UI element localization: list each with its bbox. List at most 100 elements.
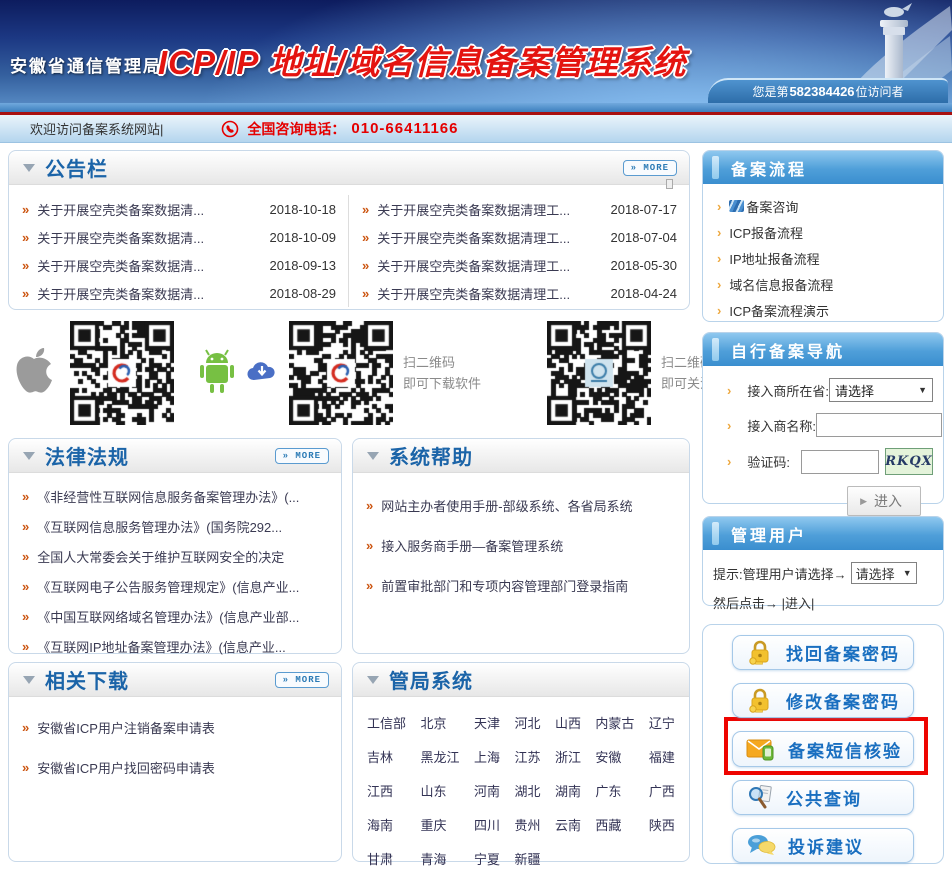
bureau-link[interactable]: 甘肃 <box>367 849 406 868</box>
bureau-link[interactable]: 黑龙江 <box>420 747 459 766</box>
help-link[interactable]: 网站主办者使用手册-部级系统、各省局系统 <box>381 496 689 515</box>
arrow-bullet-icon: » <box>22 258 29 273</box>
announcement-link[interactable]: 关于开展空壳类备案数据清... <box>37 284 258 303</box>
laws-more-button[interactable]: » MORE <box>275 448 329 464</box>
law-link[interactable]: 《中国互联网络域名管理办法》(信息产业部... <box>37 607 341 626</box>
bureau-link[interactable]: 陕西 <box>649 815 675 834</box>
bureau-link[interactable]: 辽宁 <box>649 713 675 732</box>
bureau-link[interactable]: 河南 <box>474 781 500 800</box>
announcement-link[interactable]: 关于开展空壳类备案数据清... <box>37 256 258 275</box>
bureau-link[interactable]: 广西 <box>649 781 675 800</box>
process-link[interactable]: 备案咨询 <box>729 197 798 216</box>
isp-name-input[interactable] <box>816 413 942 437</box>
process-link[interactable]: ICP报备流程 <box>729 223 803 242</box>
bureau-link[interactable]: 工信部 <box>367 713 406 732</box>
sms-envelope-icon <box>746 737 776 761</box>
android-icon[interactable] <box>196 347 238 400</box>
province-select[interactable]: 请选择 ▼ <box>829 378 933 402</box>
law-link[interactable]: 《互联网电子公告服务管理规定》(信息产业... <box>37 577 341 596</box>
captcha-input[interactable] <box>801 450 879 474</box>
bureau-link[interactable]: 福建 <box>649 747 675 766</box>
law-link[interactable]: 《互联网IP地址备案管理办法》(信息产业... <box>37 637 341 656</box>
law-link[interactable]: 《互联网信息服务管理办法》(国务院292... <box>37 517 341 536</box>
bureau-link[interactable]: 重庆 <box>420 815 459 834</box>
bureau-link[interactable]: 河北 <box>514 713 540 732</box>
announcements-more-button[interactable]: » MORE <box>623 160 677 176</box>
process-link[interactable]: 域名信息报备流程 <box>729 275 833 294</box>
self-filing-panel: 自行备案导航 › 接入商所在省: 请选择 ▼ › 接入商名称: › 验证码: R… <box>702 332 944 504</box>
bureau-link[interactable]: 湖南 <box>555 781 581 800</box>
laws-header: 法律法规 » MORE <box>9 439 341 473</box>
law-link[interactable]: 《非经营性互联网信息服务备案管理办法》(... <box>37 487 341 506</box>
admin-users-header: 管理用户 <box>703 517 943 550</box>
bureau-link[interactable]: 西藏 <box>595 815 634 834</box>
law-link[interactable]: 全国人大常委会关于维护互联网安全的决定 <box>37 547 341 566</box>
arrow-bullet-icon: › <box>717 277 721 292</box>
header-accent-bar <box>712 156 719 179</box>
downloads-title: 相关下载 <box>45 665 129 694</box>
sms-verification-button[interactable]: 备案短信核验 <box>732 731 914 766</box>
public-query-button[interactable]: 公共查询 <box>732 780 914 815</box>
bureau-link[interactable]: 内蒙古 <box>595 713 634 732</box>
page-header: 安徽省通信管理局 ICP/IP 地址/域名信息备案管理系统 您是第5823844… <box>0 0 952 112</box>
bureau-link[interactable]: 海南 <box>367 815 406 834</box>
lock-key-icon <box>746 688 774 714</box>
process-link[interactable]: IP地址报备流程 <box>729 249 819 268</box>
help-header: 系统帮助 <box>353 439 689 473</box>
announcements-panel: 公告栏 » MORE »关于开展空壳类备案数据清...2018-10-18 »关… <box>8 150 690 310</box>
complaints-button[interactable]: 投诉建议 <box>732 828 914 863</box>
download-link[interactable]: 安徽省ICP用户找回密码申请表 <box>37 758 341 777</box>
arrow-bullet-icon: » <box>22 609 29 624</box>
bureau-link[interactable]: 山东 <box>420 781 459 800</box>
button-label: 修改备案密码 <box>786 688 900 713</box>
bureaus-header: 管局系统 <box>353 663 689 697</box>
admin-user-select[interactable]: 请选择 ▼ <box>851 562 917 584</box>
change-password-button[interactable]: 修改备案密码 <box>732 683 914 718</box>
help-link[interactable]: 前置审批部门和专项内容管理部门登录指南 <box>381 576 689 595</box>
bureau-link[interactable]: 吉林 <box>367 747 406 766</box>
apple-icon[interactable] <box>12 345 56 402</box>
bureau-link[interactable]: 上海 <box>474 747 500 766</box>
process-link[interactable]: ICP备案流程演示 <box>729 301 829 320</box>
header-bottom-strip <box>0 103 952 112</box>
announcement-link[interactable]: 关于开展空壳类备案数据清... <box>37 228 258 247</box>
downloads-header: 相关下载 » MORE <box>9 663 341 697</box>
process-header: 备案流程 <box>703 151 943 184</box>
bureau-link[interactable]: 新疆 <box>514 849 540 868</box>
announcement-date: 2018-08-29 <box>258 286 336 301</box>
announcement-link[interactable]: 关于开展空壳类备案数据清理工... <box>377 256 599 275</box>
downloads-more-button[interactable]: » MORE <box>275 672 329 688</box>
cloud-download-icon[interactable] <box>247 360 277 387</box>
bureau-link[interactable]: 浙江 <box>555 747 581 766</box>
admin-users-panel: 管理用户 提示:管理用户请选择→ 请选择 ▼ 然后点击→ |进入| <box>702 516 944 606</box>
bureau-link[interactable]: 宁夏 <box>474 849 500 868</box>
retrieve-password-button[interactable]: 找回备案密码 <box>732 635 914 670</box>
help-link[interactable]: 接入服务商手册—备案管理系统 <box>381 536 689 555</box>
announcement-link[interactable]: 关于开展空壳类备案数据清... <box>37 200 258 219</box>
announcement-link[interactable]: 关于开展空壳类备案数据清理工... <box>377 200 599 219</box>
bureau-link[interactable]: 安徽 <box>595 747 634 766</box>
arrow-bullet-icon: » <box>22 639 29 654</box>
triangle-icon <box>23 676 35 684</box>
enter-button[interactable]: ▶ 进入 <box>847 486 921 516</box>
help-item: »网站主办者使用手册-部级系统、各省局系统 <box>353 485 689 525</box>
bureau-link[interactable]: 江苏 <box>514 747 540 766</box>
announcement-link[interactable]: 关于开展空壳类备案数据清理工... <box>377 284 599 303</box>
announcements-left-column: »关于开展空壳类备案数据清...2018-10-18 »关于开展空壳类备案数据清… <box>9 195 349 307</box>
captcha-image[interactable]: RKQX <box>885 448 933 475</box>
button-label: 投诉建议 <box>788 833 864 858</box>
bureau-link[interactable]: 天津 <box>474 713 500 732</box>
bureau-link[interactable]: 四川 <box>474 815 500 834</box>
arrow-bullet-icon: » <box>22 519 29 534</box>
announcement-link[interactable]: 关于开展空壳类备案数据清理工... <box>377 228 599 247</box>
bureau-link[interactable]: 北京 <box>420 713 459 732</box>
search-doc-icon <box>746 784 774 810</box>
bureau-link[interactable]: 广东 <box>595 781 634 800</box>
bureau-link[interactable]: 江西 <box>367 781 406 800</box>
download-link[interactable]: 安徽省ICP用户注销备案申请表 <box>37 718 341 737</box>
bureau-link[interactable]: 贵州 <box>514 815 540 834</box>
bureau-link[interactable]: 云南 <box>555 815 581 834</box>
bureau-link[interactable]: 湖北 <box>514 781 540 800</box>
bureau-link[interactable]: 山西 <box>555 713 581 732</box>
bureau-link[interactable]: 青海 <box>420 849 459 868</box>
